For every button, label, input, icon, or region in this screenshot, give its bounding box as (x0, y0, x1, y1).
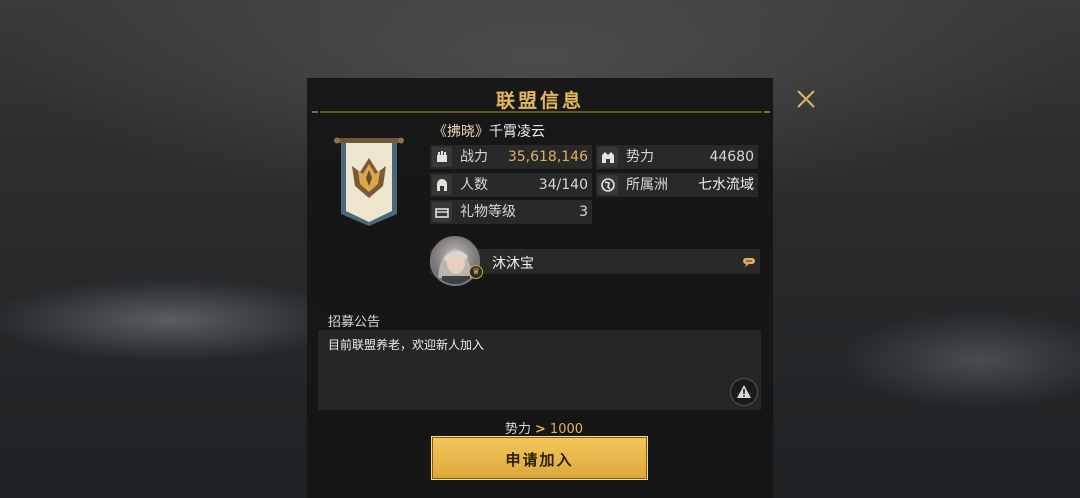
stat-members-value: 34/140 (538, 177, 588, 193)
stat-continent-label: 所属洲 (626, 177, 668, 193)
chat-bubble-icon[interactable] (742, 257, 756, 267)
alliance-tag: 《拂晓》 (433, 124, 489, 140)
stat-continent-value: 七水流域 (698, 177, 754, 193)
globe-icon (598, 175, 618, 195)
stat-continent: 所属洲 七水流域 (596, 173, 758, 197)
stat-members-label: 人数 (460, 177, 488, 193)
helmet-icon (432, 175, 452, 195)
close-icon (797, 90, 815, 108)
gift-icon (432, 202, 452, 222)
castle-icon (598, 147, 618, 167)
stat-power: 战力 35,618,146 (430, 145, 592, 169)
stat-influence: 势力 44680 (596, 145, 758, 169)
requirement-label: 势力 (505, 422, 532, 437)
apply-join-label: 申请加入 (505, 451, 574, 469)
close-button[interactable] (794, 87, 818, 111)
stat-power-label: 战力 (460, 149, 488, 165)
recruitment-label: 招募公告 (328, 315, 381, 330)
alliance-banner-emblem (334, 137, 404, 226)
join-requirement: 势力 >1000 (505, 418, 583, 437)
leader-name: 沐沐宝 (492, 256, 534, 272)
stat-gift-level-value: 3 (579, 204, 588, 220)
alliance-name: 《拂晓》千霄凌云 (433, 121, 545, 141)
requirement-value: 1000 (549, 422, 584, 437)
stat-members: 人数 34/140 (430, 173, 592, 197)
stat-power-value: 35,618,146 (507, 149, 588, 165)
report-button[interactable] (730, 378, 758, 406)
chevron-right-icon: > (535, 422, 546, 437)
alliance-name-text: 千霄凌云 (489, 124, 545, 140)
stat-influence-value: 44680 (709, 149, 754, 165)
warning-icon (737, 385, 751, 398)
stat-influence-label: 势力 (626, 149, 654, 165)
apply-join-button[interactable]: 申请加入 (431, 436, 648, 480)
crown-icon: ♛ (469, 265, 483, 279)
stat-gift-level: 礼物等级 3 (430, 200, 592, 224)
title-divider (312, 111, 770, 113)
stat-gift-level-label: 礼物等级 (460, 204, 516, 220)
recruitment-notice-text: 目前联盟养老，欢迎新人加入 (328, 338, 485, 352)
fist-icon (432, 147, 452, 167)
